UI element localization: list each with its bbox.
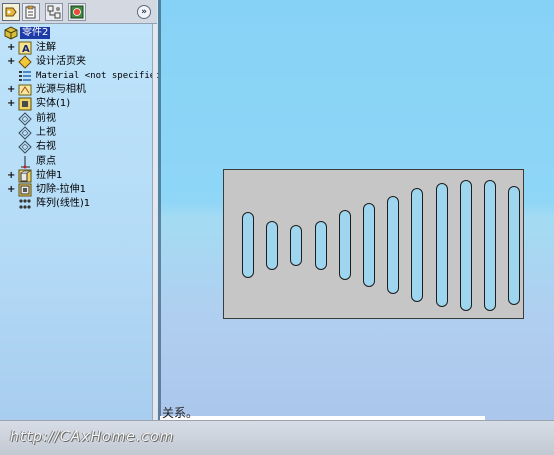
svg-text:A: A <box>22 44 30 55</box>
caption-text: 关系。 <box>162 406 199 420</box>
cut-extrude-icon <box>18 183 32 197</box>
tree-item-label: Material <not specified> <box>36 71 167 81</box>
feature-tree-icon[interactable] <box>2 3 20 21</box>
tree-item[interactable]: 上视 <box>0 126 152 140</box>
lights-cameras-icon <box>18 83 32 97</box>
watermark-url: http://CAxHome.com <box>10 429 175 445</box>
tree-item[interactable]: + 拉伸1 <box>0 169 152 183</box>
tree-item[interactable]: 前视 <box>0 112 152 126</box>
tree-item[interactable]: + 实体(1) <box>0 97 152 111</box>
expand-icon[interactable]: + <box>7 85 15 95</box>
origin-icon <box>18 155 32 169</box>
slot-cutout <box>242 212 254 278</box>
tree-item[interactable]: 阵列(线性)1 <box>0 197 152 211</box>
tree-item[interactable]: + 光源与相机 <box>0 83 152 97</box>
tree-item-label: 拉伸1 <box>36 170 63 181</box>
slot-cutout <box>290 225 302 266</box>
tree-item-label: 切除-拉伸1 <box>36 184 86 195</box>
configuration-icon[interactable] <box>45 3 63 21</box>
splitter[interactable] <box>158 0 161 420</box>
plane-icon <box>18 126 32 140</box>
slot-cutout <box>460 180 472 311</box>
part-body[interactable] <box>223 169 524 319</box>
display-icon[interactable] <box>68 3 86 21</box>
slot-cutout <box>484 180 496 311</box>
tree-item[interactable]: 右视 <box>0 140 152 154</box>
tree-root-label: 零件2 <box>20 27 51 39</box>
feature-tree: 零件2 + A 注解 + 设计活页夹 Material <not specified> + 光… <box>0 24 166 420</box>
tree-item-label: 设计活页夹 <box>36 56 86 67</box>
tree-item[interactable]: + A 注解 <box>0 41 152 55</box>
slot-cutout <box>411 188 423 302</box>
tree-item-label: 阵列(线性)1 <box>36 198 91 209</box>
slot-cutout <box>339 210 351 280</box>
expand-icon[interactable]: + <box>7 99 15 109</box>
pane-toolbar: » <box>0 0 157 24</box>
tree-item[interactable]: 原点 <box>0 155 152 169</box>
extrude-icon <box>18 169 32 183</box>
tree-item-label: 光源与相机 <box>36 84 86 95</box>
design-binder-icon <box>18 55 32 69</box>
tree-item-label: 注解 <box>36 42 56 53</box>
tree-item-label: 前视 <box>36 113 56 124</box>
annotation-icon: A <box>18 41 32 55</box>
slot-cutout <box>363 203 375 287</box>
property-icon[interactable] <box>22 3 40 21</box>
slot-cutout <box>508 186 520 305</box>
tree-item[interactable]: + 切除-拉伸1 <box>0 183 152 197</box>
expand-icon[interactable]: + <box>7 171 15 181</box>
slot-cutout <box>266 221 278 270</box>
part-icon <box>4 26 18 40</box>
plane-icon <box>18 112 32 126</box>
tree-item-label: 上视 <box>36 127 56 138</box>
expand-icon[interactable]: + <box>7 185 15 195</box>
solid-bodies-icon <box>18 97 32 111</box>
tree-item[interactable]: + 设计活页夹 <box>0 55 152 69</box>
tree-item[interactable]: Material <not specified> <box>0 69 166 83</box>
expand-pane-button[interactable]: » <box>137 5 151 19</box>
slot-cutout <box>315 221 327 270</box>
material-icon <box>18 69 32 83</box>
tree-item-label: 原点 <box>36 156 56 167</box>
tree-root-part[interactable]: 零件2 <box>0 26 152 40</box>
expand-icon[interactable]: + <box>7 43 15 53</box>
tree-item-label: 实体(1) <box>36 98 71 109</box>
watermark-strip: http://CAxHome.com <box>0 420 554 455</box>
slot-cutout <box>436 183 448 307</box>
plane-icon <box>18 140 32 154</box>
feature-manager-pane: » 零件2 + A 注解 + 设计活页夹 Material <not specified>… <box>0 0 166 420</box>
linear-pattern-icon <box>18 197 32 211</box>
pane-scrollbar[interactable] <box>152 24 157 420</box>
expand-icon[interactable]: + <box>7 57 15 67</box>
slot-cutout <box>387 196 399 294</box>
tree-item-label: 右视 <box>36 141 56 152</box>
